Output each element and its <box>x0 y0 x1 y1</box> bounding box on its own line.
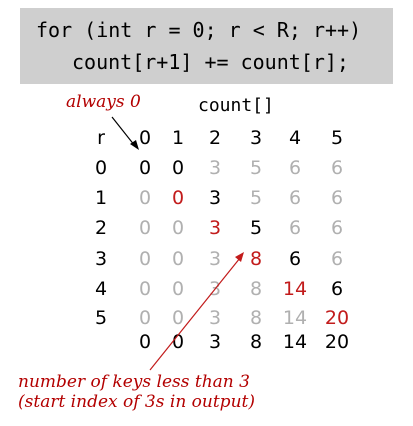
column-header: 0 <box>138 127 152 149</box>
final-count-cell: 3 <box>208 331 222 353</box>
table-cell: 0 <box>138 307 152 329</box>
row-label: 1 <box>94 187 108 209</box>
table-cell: 6 <box>330 278 344 300</box>
table-cell: 6 <box>288 248 302 270</box>
table-cell: 5 <box>249 157 263 179</box>
final-count-cell: 20 <box>324 331 350 353</box>
final-count-cell: 8 <box>249 331 263 353</box>
table-cell: 20 <box>324 307 350 329</box>
table-cell: 3 <box>208 248 222 270</box>
table-cell: 0 <box>138 278 152 300</box>
final-count-cell: 0 <box>138 331 152 353</box>
table-cell: 14 <box>282 307 308 329</box>
table-cell: 5 <box>249 217 263 239</box>
table-cell: 14 <box>282 278 308 300</box>
table-cell: 8 <box>249 278 263 300</box>
table-cell: 8 <box>249 307 263 329</box>
code-line-accumulate: count[r+1] += count[r]; <box>72 50 349 74</box>
table-cell: 3 <box>208 157 222 179</box>
table-cell: 6 <box>330 248 344 270</box>
table-cell: 5 <box>249 187 263 209</box>
annotation-keys-less-than-3: number of keys less than 3 <box>18 372 250 392</box>
table-cell: 3 <box>208 307 222 329</box>
table-cell: 6 <box>330 217 344 239</box>
annotation-start-index: (start index of 3s in output) <box>18 392 255 412</box>
table-cell: 0 <box>171 307 185 329</box>
table-cell: 0 <box>138 187 152 209</box>
final-count-cell: 14 <box>282 331 308 353</box>
column-header: 2 <box>208 127 222 149</box>
table-cell: 6 <box>288 157 302 179</box>
table-cell: 0 <box>138 248 152 270</box>
row-label: 5 <box>94 307 108 329</box>
row-label: 0 <box>94 157 108 179</box>
annotation-always-zero: always 0 <box>66 92 141 112</box>
row-label: 3 <box>94 248 108 270</box>
row-header-label: r <box>97 127 105 149</box>
code-block: for (int r = 0; r < R; r++) count[r+1] +… <box>20 8 393 84</box>
row-label: 2 <box>94 217 108 239</box>
table-cell: 0 <box>138 157 152 179</box>
final-count-cell: 0 <box>171 331 185 353</box>
code-line-for-loop: for (int r = 0; r < R; r++) <box>36 18 362 42</box>
table-cell: 6 <box>330 157 344 179</box>
table-cell: 3 <box>208 278 222 300</box>
table-cell: 6 <box>330 187 344 209</box>
table-cell: 6 <box>288 217 302 239</box>
table-cell: 0 <box>171 217 185 239</box>
row-label: 4 <box>94 278 108 300</box>
table-cell: 3 <box>208 217 222 239</box>
table-cell: 0 <box>138 217 152 239</box>
table-cell: 8 <box>249 248 263 270</box>
array-label-count: count[] <box>198 95 274 116</box>
column-header: 3 <box>249 127 263 149</box>
column-header: 4 <box>288 127 302 149</box>
table-cell: 0 <box>171 157 185 179</box>
column-header: 5 <box>330 127 344 149</box>
table-cell: 0 <box>171 248 185 270</box>
column-header: 1 <box>171 127 185 149</box>
table-cell: 0 <box>171 278 185 300</box>
table-cell: 0 <box>171 187 185 209</box>
table-cell: 6 <box>288 187 302 209</box>
table-cell: 3 <box>208 187 222 209</box>
